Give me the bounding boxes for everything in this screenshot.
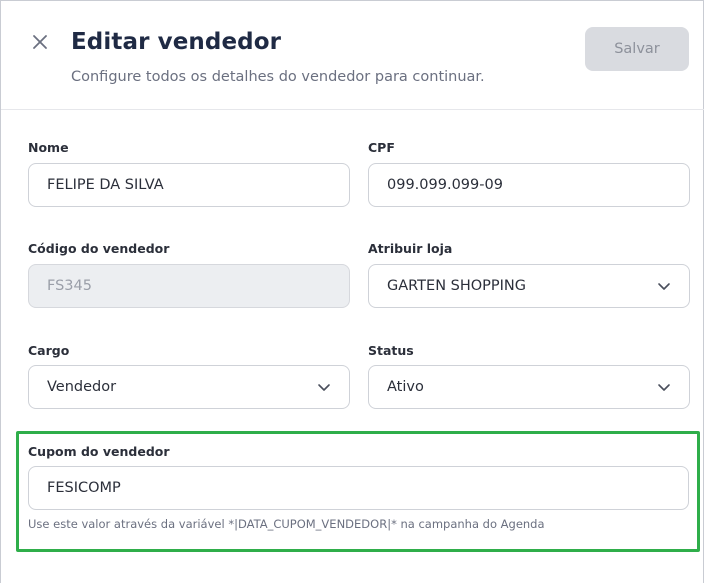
close-icon[interactable] (29, 31, 51, 53)
cpf-input[interactable] (387, 177, 671, 193)
codigo-input (47, 278, 331, 294)
cargo-value: Vendedor (47, 379, 117, 395)
loja-label: Atribuir loja (368, 241, 453, 256)
cupom-label: Cupom do vendedor (28, 444, 170, 459)
save-button[interactable]: Salvar (585, 27, 689, 71)
cargo-select[interactable]: Vendedor (28, 365, 350, 409)
nome-field[interactable] (28, 163, 350, 207)
nome-label: Nome (28, 140, 69, 155)
status-select[interactable]: Ativo (368, 365, 690, 409)
header-divider (1, 109, 704, 110)
status-value: Ativo (387, 379, 424, 395)
edit-seller-dialog: Editar vendedor Configure todos os detal… (0, 0, 704, 583)
chevron-down-icon (318, 384, 330, 391)
codigo-label: Código do vendedor (28, 241, 170, 256)
cargo-label: Cargo (28, 343, 70, 358)
status-label: Status (368, 343, 414, 358)
chevron-down-icon (658, 384, 670, 391)
cupom-help-text: Use este valor através da variável *|DAT… (28, 517, 545, 531)
nome-input[interactable] (47, 177, 331, 193)
codigo-field (28, 264, 350, 308)
loja-select[interactable]: GARTEN SHOPPING (368, 264, 690, 308)
loja-value: GARTEN SHOPPING (387, 278, 527, 294)
page-title: Editar vendedor (71, 29, 282, 55)
cpf-field[interactable] (368, 163, 690, 207)
chevron-down-icon (658, 283, 670, 290)
cupom-input[interactable] (47, 480, 670, 496)
cupom-field[interactable] (28, 466, 689, 510)
cpf-label: CPF (368, 140, 395, 155)
page-subtitle: Configure todos os detalhes do vendedor … (71, 69, 485, 85)
